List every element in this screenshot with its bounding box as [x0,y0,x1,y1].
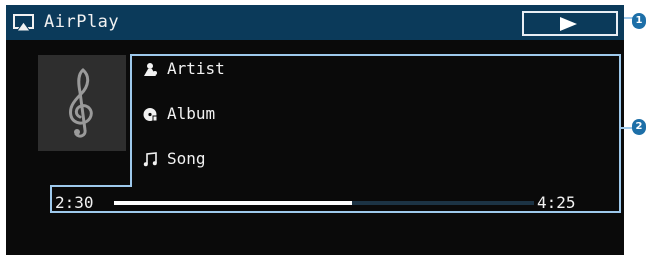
note-icon [143,152,157,167]
progress-fill [114,201,352,205]
callout-2-badge: 2 [632,119,646,135]
treble-clef-icon [69,68,93,138]
app-title: AirPlay [44,12,120,32]
now-playing-screen: AirPlay Artist Album Song 2:30 4:25 [6,5,624,255]
album-art [38,55,126,151]
play-button[interactable] [522,11,618,36]
elapsed-time: 2:30 [55,193,94,212]
artist-icon [144,63,157,76]
play-icon [560,17,577,31]
title-bar: AirPlay [6,5,624,40]
progress-bar[interactable] [114,201,534,205]
artist-name: Artist [167,59,225,78]
callout-1-badge: 1 [632,13,646,29]
album-icon [143,108,158,122]
airplay-icon [13,14,34,32]
song-name: Song [167,149,206,168]
album-name: Album [167,104,216,123]
total-time: 4:25 [537,193,576,212]
